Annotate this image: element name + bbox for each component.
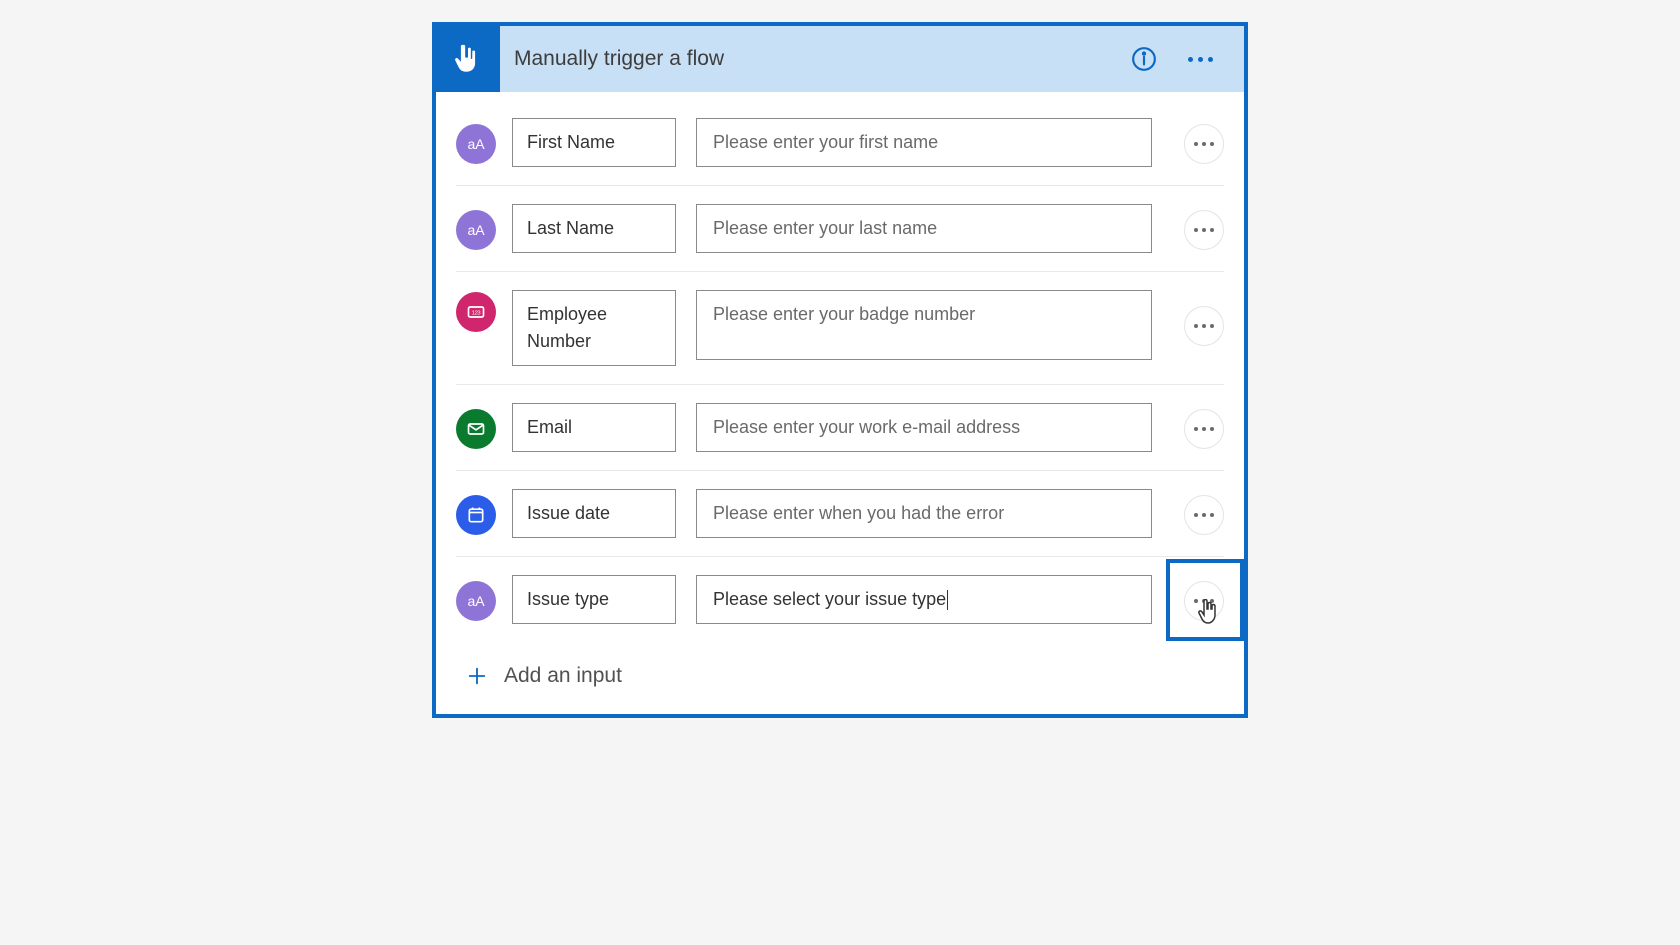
input-label-field[interactable]: Issue type bbox=[512, 575, 676, 624]
card-header: Manually trigger a flow bbox=[436, 26, 1244, 92]
card-title: Manually trigger a flow bbox=[500, 47, 1126, 71]
date-type-icon bbox=[456, 495, 496, 535]
input-row: aA First Name Please enter your first na… bbox=[456, 100, 1224, 186]
input-label-field[interactable]: First Name bbox=[512, 118, 676, 167]
trigger-icon bbox=[436, 26, 500, 92]
number-type-icon: 123 bbox=[456, 292, 496, 332]
input-row: Issue date Please enter when you had the… bbox=[456, 471, 1224, 557]
text-type-icon: aA bbox=[456, 210, 496, 250]
input-label-field[interactable]: Employee Number bbox=[512, 290, 676, 366]
input-description-text: Please select your issue type bbox=[713, 589, 946, 609]
input-row: 123 Employee Number Please enter your ba… bbox=[456, 272, 1224, 385]
input-label-field[interactable]: Issue date bbox=[512, 489, 676, 538]
header-more-icon[interactable] bbox=[1182, 41, 1218, 77]
header-actions bbox=[1126, 41, 1236, 77]
input-label-field[interactable]: Email bbox=[512, 403, 676, 452]
input-description-field[interactable]: Please enter your badge number bbox=[696, 290, 1152, 360]
email-type-icon bbox=[456, 409, 496, 449]
add-input-button[interactable]: Add an input bbox=[436, 642, 1244, 714]
add-input-label: Add an input bbox=[504, 664, 622, 688]
input-description-field[interactable]: Please enter your first name bbox=[696, 118, 1152, 167]
row-more-icon[interactable] bbox=[1184, 495, 1224, 535]
text-type-icon: aA bbox=[456, 124, 496, 164]
input-row: aA Issue type Please select your issue t… bbox=[456, 557, 1224, 642]
input-row: Email Please enter your work e-mail addr… bbox=[456, 385, 1224, 471]
input-description-field[interactable]: Please enter your work e-mail address bbox=[696, 403, 1152, 452]
input-row: aA Last Name Please enter your last name bbox=[456, 186, 1224, 272]
row-more-icon[interactable] bbox=[1184, 124, 1224, 164]
inputs-list: aA First Name Please enter your first na… bbox=[436, 92, 1244, 642]
text-cursor bbox=[947, 590, 948, 610]
row-more-icon[interactable] bbox=[1184, 409, 1224, 449]
input-description-field[interactable]: Please select your issue type bbox=[696, 575, 1152, 624]
svg-text:123: 123 bbox=[472, 311, 481, 317]
trigger-card: Manually trigger a flow aA First Name Pl… bbox=[432, 22, 1248, 718]
input-description-field[interactable]: Please enter when you had the error bbox=[696, 489, 1152, 538]
info-icon[interactable] bbox=[1126, 41, 1162, 77]
row-more-icon[interactable] bbox=[1184, 306, 1224, 346]
row-more-icon[interactable] bbox=[1184, 210, 1224, 250]
cursor-pointer-icon bbox=[1198, 599, 1218, 625]
text-type-icon: aA bbox=[456, 581, 496, 621]
input-label-field[interactable]: Last Name bbox=[512, 204, 676, 253]
input-description-field[interactable]: Please enter your last name bbox=[696, 204, 1152, 253]
